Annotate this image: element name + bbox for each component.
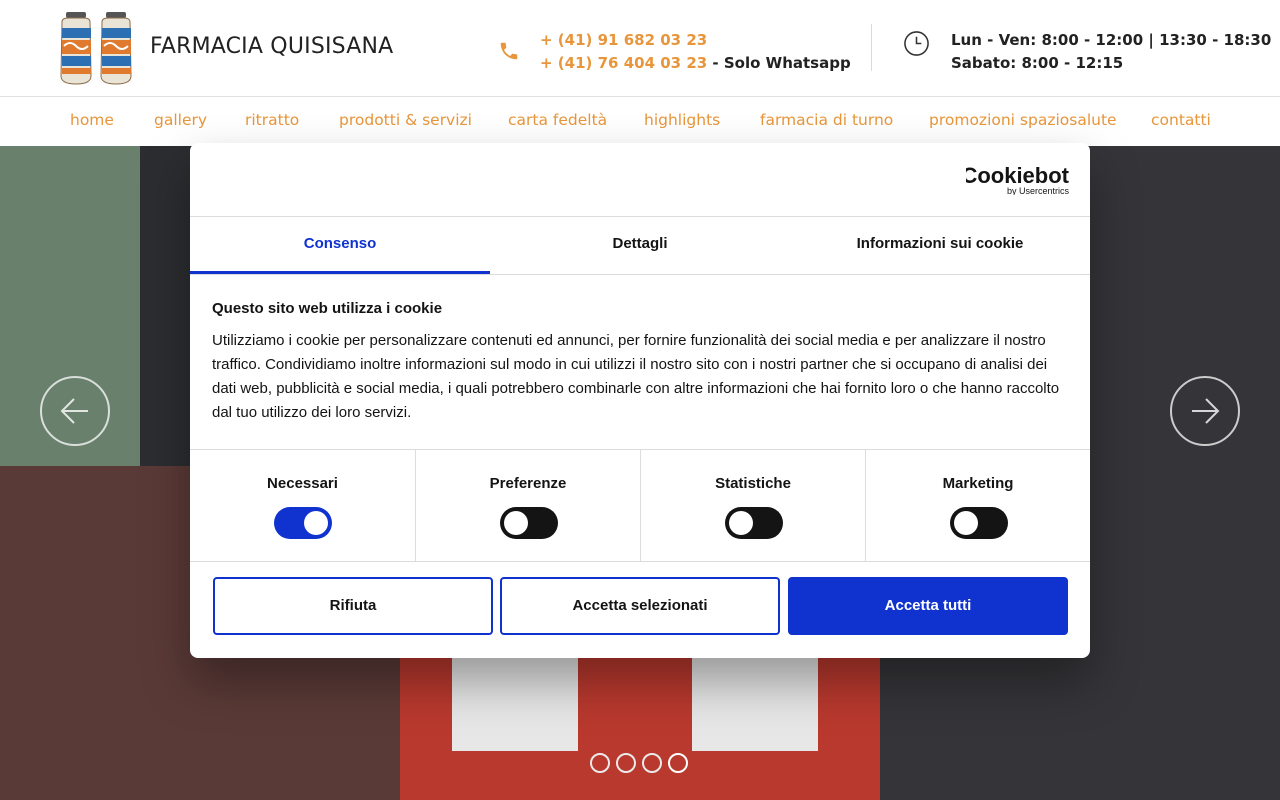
- site-header: FARMACIA QUISISANA + (41) 91 682 03 23 +…: [0, 0, 1280, 97]
- toggle-knob: [954, 511, 978, 535]
- whatsapp-note: - Solo Whatsapp: [707, 54, 851, 72]
- category-preferenze: Preferenze: [415, 450, 640, 561]
- category-statistiche: Statistiche: [640, 450, 865, 561]
- slider-dot-2[interactable]: [616, 753, 636, 773]
- brand-name[interactable]: FARMACIA QUISISANA: [150, 34, 393, 59]
- deny-button[interactable]: Rifiuta: [213, 577, 493, 635]
- nav-item-promozioni[interactable]: promozioni spaziosalute: [929, 111, 1117, 129]
- slider-dot-1[interactable]: [590, 753, 610, 773]
- cookiebot-logo-text: Cookiebot: [966, 163, 1070, 188]
- toggle-necessari[interactable]: [274, 507, 332, 539]
- tab-dettagli[interactable]: Dettagli: [490, 217, 790, 274]
- category-label: Statistiche: [715, 475, 791, 492]
- category-marketing: Marketing: [865, 450, 1090, 561]
- nav-item-ritratto[interactable]: ritratto: [245, 111, 299, 129]
- category-label: Marketing: [942, 475, 1014, 492]
- slide-photo-sign: [692, 651, 818, 751]
- tabs-divider: [190, 274, 1090, 275]
- hours-saturday: Sabato: 8:00 - 12:15: [951, 54, 1124, 72]
- nav-item-carta-fedelta[interactable]: carta fedeltà: [508, 111, 607, 129]
- cookiebot-logo-subtext: by Usercentrics: [1007, 186, 1070, 195]
- category-label: Necessari: [267, 475, 338, 492]
- nav-item-highlights[interactable]: highlights: [644, 111, 720, 129]
- nav-item-contatti[interactable]: contatti: [1151, 111, 1211, 129]
- logo-apothecary-jars[interactable]: [58, 10, 136, 86]
- consent-categories: Necessari Preferenze Statistiche Marketi…: [190, 449, 1090, 562]
- nav-item-gallery[interactable]: gallery: [154, 111, 207, 129]
- toggle-knob: [304, 511, 328, 535]
- phone-number-2[interactable]: + (41) 76 404 03 23: [540, 54, 707, 72]
- slider-prev-button[interactable]: [40, 376, 110, 446]
- arrow-left-icon: [60, 398, 88, 424]
- clock-icon: [904, 31, 929, 56]
- phone-number-1[interactable]: + (41) 91 682 03 23: [540, 31, 707, 49]
- hours-weekdays: Lun - Ven: 8:00 - 12:00 | 13:30 - 18:30: [951, 31, 1272, 49]
- allow-selected-button[interactable]: Accetta selezionati: [500, 577, 780, 635]
- slider-next-button[interactable]: [1170, 376, 1240, 446]
- phone-icon: [500, 42, 518, 60]
- toggle-knob: [729, 511, 753, 535]
- toggle-preferenze[interactable]: [500, 507, 558, 539]
- contact-phones: + (41) 91 682 03 23 + (41) 76 404 03 23 …: [540, 29, 851, 75]
- header-divider: [871, 24, 872, 71]
- nav-item-home[interactable]: home: [70, 111, 114, 129]
- nav-item-prodotti-servizi[interactable]: prodotti & servizi: [339, 111, 472, 129]
- dialog-title: Questo sito web utilizza i cookie: [212, 300, 443, 317]
- tab-consenso[interactable]: Consenso: [190, 217, 490, 274]
- dialog-body-text: Utilizziamo i cookie per personalizzare …: [212, 332, 1060, 421]
- toggle-marketing[interactable]: [950, 507, 1008, 539]
- opening-hours: Lun - Ven: 8:00 - 12:00 | 13:30 - 18:30 …: [951, 29, 1271, 75]
- cookie-consent-dialog: Cookiebot by Usercentrics Consenso Detta…: [190, 143, 1090, 658]
- toggle-statistiche[interactable]: [725, 507, 783, 539]
- allow-all-button[interactable]: Accetta tutti: [788, 577, 1068, 635]
- category-label: Preferenze: [489, 475, 567, 492]
- tab-informazioni[interactable]: Informazioni sui cookie: [790, 217, 1090, 274]
- slider-dot-3[interactable]: [642, 753, 662, 773]
- arrow-right-icon: [1192, 398, 1220, 424]
- main-nav: home gallery ritratto prodotti & servizi…: [0, 97, 1280, 146]
- cookiebot-logo[interactable]: Cookiebot by Usercentrics: [966, 161, 1070, 195]
- toggle-knob: [504, 511, 528, 535]
- slider-dot-4[interactable]: [668, 753, 688, 773]
- category-necessari: Necessari: [190, 450, 415, 561]
- nav-item-farmacia-di-turno[interactable]: farmacia di turno: [760, 111, 893, 129]
- slide-photo-sign: [452, 651, 578, 751]
